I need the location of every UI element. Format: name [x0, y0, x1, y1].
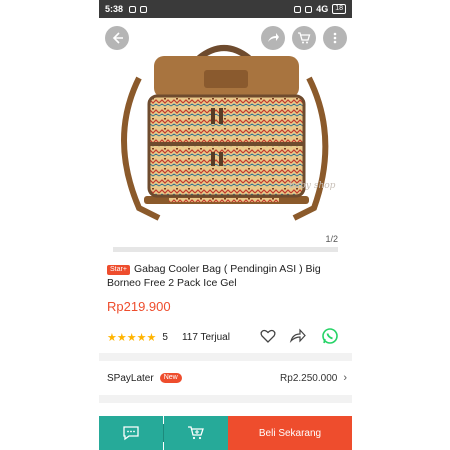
bottom-action-bar: Beli Sekarang [99, 416, 352, 450]
image-watermark: baby shop [289, 181, 336, 191]
chat-icon [123, 426, 139, 441]
cart-icon [298, 32, 311, 44]
more-button[interactable] [323, 26, 347, 50]
rating-row[interactable]: ★★★★★ 5 117 Terjual [107, 330, 347, 344]
status-time: 5:38 [105, 4, 124, 14]
share-icon [268, 33, 279, 42]
battery-icon: 18 [332, 4, 346, 14]
bluetooth-icon [294, 5, 302, 13]
spaylater-label: SPayLater [107, 372, 154, 384]
section-divider [99, 395, 352, 403]
star-icon: ★ [136, 331, 147, 344]
star-icon: ★ [107, 331, 117, 344]
image-caption-strip [113, 247, 338, 252]
product-title: Star+ Gabag Cooler Bag ( Pendingin ASI ) … [107, 262, 347, 290]
product-page: 5:38 4G 18 baby shop 1/2 Star+ Gabag Coo… [99, 0, 352, 450]
spaylater-amount: Rp2.250.000 [280, 372, 338, 384]
notification-icons [129, 5, 148, 13]
star-icon: ★ [146, 331, 157, 344]
chevron-right-icon: › [343, 372, 347, 384]
star-icon: ★ [126, 331, 137, 344]
network-type: 4G [316, 4, 329, 14]
back-arrow-icon [112, 32, 123, 44]
cart-button[interactable] [292, 26, 316, 50]
section-divider [99, 353, 352, 361]
share-icon[interactable] [289, 327, 307, 345]
add-to-cart-button[interactable] [164, 416, 228, 450]
star-icon: ★ [116, 331, 127, 344]
whatsapp-icon[interactable] [321, 327, 339, 345]
status-bar: 5:38 4G 18 [99, 0, 352, 18]
image-counter: 1/2 [325, 234, 338, 244]
star-rating: ★★★★★ [107, 331, 156, 344]
product-image [121, 45, 329, 221]
product-title-text: Gabag Cooler Bag ( Pendingin ASI ) Big B… [107, 263, 321, 289]
alarm-icon [305, 5, 313, 13]
add-to-cart-icon [188, 426, 204, 440]
buy-now-button[interactable]: Beli Sekarang [228, 416, 352, 450]
sold-count: 117 Terjual [181, 331, 230, 343]
more-vertical-icon [333, 32, 337, 44]
notification-icon [140, 5, 148, 13]
spaylater-row[interactable]: SPayLater New Rp2.250.000 › [107, 372, 347, 384]
product-price: Rp219.900 [107, 299, 171, 314]
heart-icon[interactable] [259, 327, 277, 345]
chat-button[interactable] [99, 416, 163, 450]
new-badge: New [159, 373, 182, 383]
star-plus-badge: Star+ [107, 265, 130, 275]
share-button[interactable] [261, 26, 285, 50]
rating-value: 5 [162, 331, 168, 343]
back-button[interactable] [105, 26, 129, 50]
product-image-gallery[interactable]: baby shop 1/2 [99, 18, 352, 252]
notification-icon [129, 5, 137, 13]
status-right: 4G 18 [294, 4, 346, 14]
